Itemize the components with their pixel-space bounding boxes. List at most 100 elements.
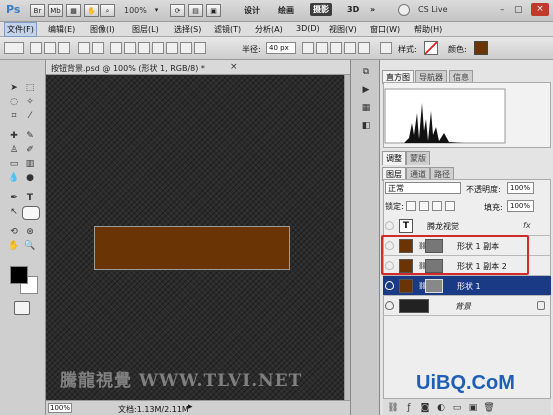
swatches-panel-icon[interactable]: ▦ <box>360 102 372 114</box>
history-brush-icon[interactable]: ✐ <box>24 144 36 156</box>
3d-rotate-icon[interactable]: ⟲ <box>8 226 20 238</box>
menu-edit[interactable]: 编辑(E) <box>48 24 75 35</box>
visibility-eye-icon[interactable] <box>385 301 394 310</box>
adjustment-layer-icon[interactable]: ◐ <box>435 402 447 414</box>
blur-tool-icon[interactable]: 💧 <box>8 172 20 184</box>
trash-icon[interactable]: 🗑 <box>483 402 495 414</box>
screen-mode-icon[interactable]: ▣ <box>206 4 221 17</box>
style-swatch[interactable] <box>424 41 438 55</box>
path-select-icon[interactable]: ↖ <box>8 206 20 218</box>
lock-transparency-icon[interactable] <box>406 201 416 211</box>
eyedropper-icon[interactable]: ⁄ <box>24 110 36 122</box>
mini-bridge-button[interactable]: Mb <box>48 4 63 17</box>
healing-brush-icon[interactable]: ✚ <box>8 130 20 142</box>
button-shape[interactable] <box>94 226 290 270</box>
menu-view[interactable]: 视图(V) <box>329 24 357 35</box>
hand-tool-icon[interactable]: ✋ <box>84 4 99 17</box>
menu-select[interactable]: 选择(S) <box>174 24 201 35</box>
minimize-icon[interactable]: – <box>500 5 505 15</box>
brush-tool-icon[interactable]: ✎ <box>24 130 36 142</box>
rotate-view-icon[interactable]: ⟳ <box>170 4 185 17</box>
menu-window[interactable]: 窗口(W) <box>370 24 400 35</box>
lock-pixels-icon[interactable] <box>419 201 429 211</box>
rounded-rectangle-icon[interactable] <box>124 42 136 54</box>
menu-image[interactable]: 图像(I) <box>90 24 115 35</box>
new-layer-icon[interactable]: ▣ <box>467 402 479 414</box>
subtract-area-icon[interactable] <box>330 42 342 54</box>
actions-panel-icon[interactable]: ▶ <box>360 84 372 96</box>
eraser-icon[interactable]: ▭ <box>8 158 20 170</box>
rounded-rect-tool-icon[interactable] <box>22 206 40 220</box>
layer-row-text[interactable]: T 腾龙视觉 fx <box>383 216 551 236</box>
group-icon[interactable]: ▭ <box>451 402 463 414</box>
zoom-level[interactable]: 100% <box>124 6 147 15</box>
foreground-color-front[interactable] <box>10 266 28 284</box>
chevron-right-icon[interactable]: ▸ <box>188 402 193 412</box>
bridge-button[interactable]: Br <box>30 4 45 17</box>
line-icon[interactable] <box>166 42 178 54</box>
fill-input[interactable]: 100% <box>507 200 534 212</box>
gradient-tool-icon[interactable]: ▥ <box>24 158 36 170</box>
fx-icon[interactable]: fx <box>523 221 531 230</box>
opacity-input[interactable]: 100% <box>507 182 534 194</box>
ellipse-icon[interactable] <box>138 42 150 54</box>
3d-orbit-icon[interactable]: ⊛ <box>24 226 36 238</box>
move-tool-icon[interactable]: ➤ <box>8 82 20 94</box>
lock-all-icon[interactable] <box>445 201 455 211</box>
visibility-eye-icon[interactable] <box>385 221 394 230</box>
rectangle-icon[interactable] <box>110 42 122 54</box>
pen-tool-icon[interactable] <box>78 42 90 54</box>
lock-position-icon[interactable] <box>432 201 442 211</box>
freeform-pen-icon[interactable] <box>92 42 104 54</box>
more-workspaces-button[interactable]: » <box>370 5 375 14</box>
menu-file[interactable]: 文件(F) <box>4 22 37 37</box>
menu-analysis[interactable]: 分析(A) <box>255 24 283 35</box>
blend-mode-select[interactable]: 正常 <box>385 182 461 194</box>
arrange-documents-icon[interactable]: ▤ <box>188 4 203 17</box>
hand-tool-icon[interactable]: ✋ <box>8 240 20 252</box>
paths-icon[interactable] <box>44 42 56 54</box>
fill-pixels-icon[interactable] <box>58 42 70 54</box>
intersect-area-icon[interactable] <box>344 42 356 54</box>
add-mask-icon[interactable]: ◙ <box>419 402 431 414</box>
search-icon[interactable] <box>398 4 410 16</box>
crop-tool-icon[interactable]: ⌗ <box>8 110 20 122</box>
custom-shape-icon[interactable] <box>180 42 192 54</box>
type-tool-icon[interactable]: T <box>24 192 36 204</box>
new-layer-icon[interactable] <box>302 42 314 54</box>
workspace-painting[interactable]: 绘画 <box>278 5 294 16</box>
quick-mask-icon[interactable] <box>14 301 30 315</box>
marquee-tool-icon[interactable]: ⬚ <box>24 82 36 94</box>
menu-layer[interactable]: 图层(L) <box>132 24 159 35</box>
exclude-area-icon[interactable] <box>358 42 370 54</box>
menu-3d[interactable]: 3D(D) <box>296 24 320 33</box>
menu-help[interactable]: 帮助(H) <box>414 24 442 35</box>
workspace-design[interactable]: 设计 <box>244 5 260 16</box>
tab-adjustments[interactable]: 调整 <box>382 151 406 165</box>
lasso-tool-icon[interactable]: ◌ <box>8 96 20 108</box>
pen-tool-icon[interactable]: ✒ <box>8 192 20 204</box>
menu-filter[interactable]: 滤镜(T) <box>214 24 241 35</box>
workspace-photography[interactable]: 摄影 <box>310 3 332 16</box>
polygon-icon[interactable] <box>152 42 164 54</box>
cs-live-button[interactable]: CS Live <box>418 5 448 14</box>
link-icon[interactable] <box>380 42 392 54</box>
close-icon[interactable]: × <box>531 3 549 16</box>
layer-row-background[interactable]: 背景 <box>383 296 551 316</box>
tool-preset-picker[interactable] <box>4 42 24 54</box>
shape-layers-icon[interactable] <box>30 42 42 54</box>
styles-panel-icon[interactable]: ◧ <box>360 120 372 132</box>
add-to-area-icon[interactable] <box>316 42 328 54</box>
layer-row-shape-selected[interactable]: ⛓ 形状 1 <box>383 276 551 296</box>
tab-masks[interactable]: 蒙版 <box>406 151 430 165</box>
color-swatch[interactable] <box>474 41 488 55</box>
workspace-3d[interactable]: 3D <box>347 5 359 14</box>
document-tab[interactable]: 按钮背景.psd @ 100% (形状 1, RGB/8) * × <box>46 60 350 75</box>
visibility-eye-icon[interactable] <box>385 281 394 290</box>
dodge-tool-icon[interactable]: ● <box>24 172 36 184</box>
close-icon[interactable]: × <box>230 62 238 72</box>
radius-input[interactable]: 40 px <box>266 42 296 54</box>
zoom-field[interactable]: 100% <box>48 403 72 413</box>
history-panel-icon[interactable]: ⧉ <box>360 66 372 78</box>
extras-icon[interactable]: ▦ <box>66 4 81 17</box>
